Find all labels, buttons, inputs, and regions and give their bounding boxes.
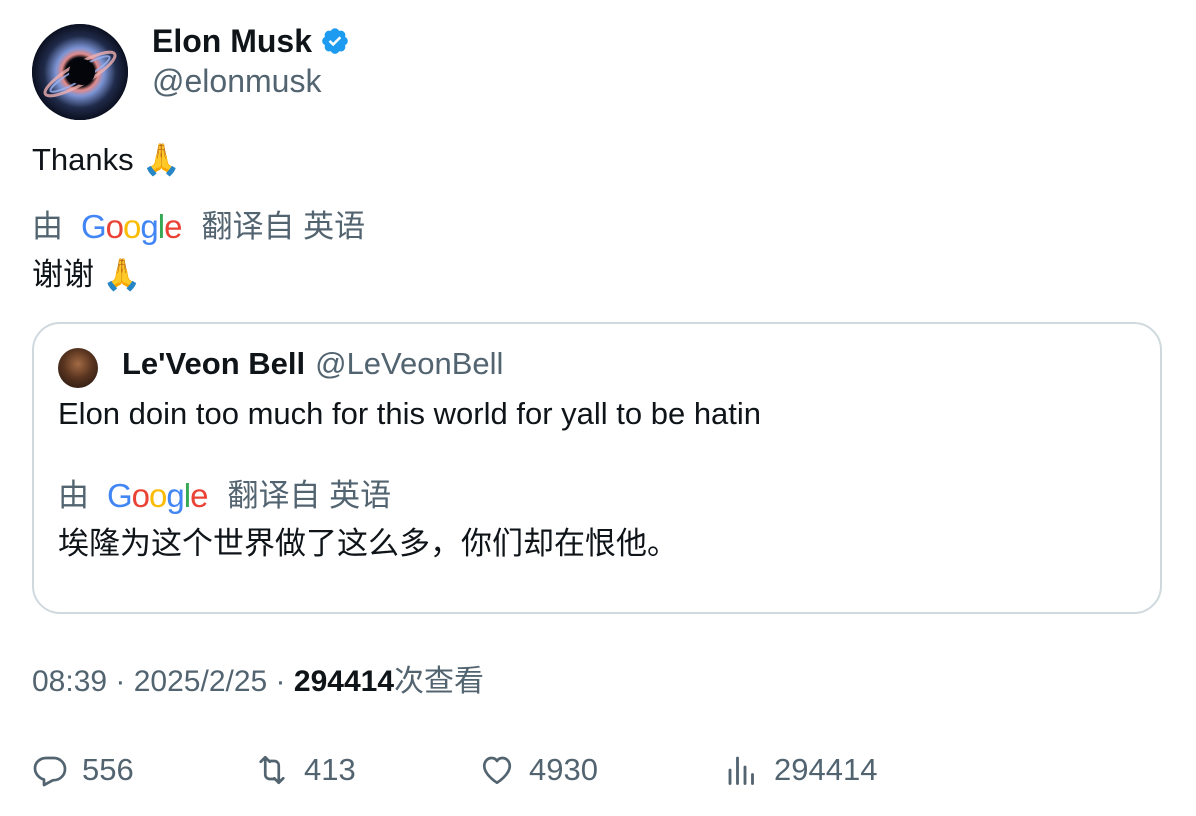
quoted-tweet[interactable]: Le'Veon Bell @LeVeonBell Elon doin too mu…: [32, 322, 1162, 614]
avatar-image: [32, 24, 128, 120]
folded-hands-emoji: 🙏: [142, 142, 181, 178]
translation-attribution[interactable]: 由 Google 翻译自 英语: [32, 207, 365, 247]
translated-tweet-text: 谢谢 🙏: [32, 255, 141, 295]
meta-separator: ·: [107, 665, 134, 698]
quoted-tweet-header: Le'Veon Bell @LeVeonBell: [122, 344, 503, 384]
repost-button[interactable]: 413: [254, 750, 356, 790]
quoted-author-name: Le'Veon Bell: [122, 346, 306, 381]
folded-hands-emoji: 🙏: [102, 257, 142, 293]
translated-text-content: 谢谢: [32, 257, 94, 292]
tweet-text-content: Thanks: [32, 142, 134, 177]
repost-count: 413: [304, 752, 356, 787]
quoted-translation-attribution[interactable]: 由 Google 翻译自 英语: [58, 476, 391, 516]
views-count: 294414: [293, 665, 394, 698]
tweet-text: Thanks 🙏: [32, 140, 181, 180]
verified-badge-icon: [322, 28, 348, 54]
tweet-meta: 08:39 · 2025/2/25 · 294414次查看: [32, 662, 484, 702]
translation-by-label: 由: [32, 209, 63, 244]
meta-separator: ·: [267, 665, 294, 698]
analytics-bar-icon: [728, 756, 754, 785]
reply-button[interactable]: 556: [32, 750, 134, 790]
tweet-date[interactable]: 2025/2/25: [134, 665, 267, 698]
translation-by-label: 由: [58, 478, 89, 513]
quoted-author-handle: @LeVeonBell: [315, 346, 504, 381]
translation-from-label: 翻译自 英语: [227, 478, 392, 513]
author-name-text: Elon Musk: [152, 23, 313, 59]
google-logo: Google: [107, 477, 208, 514]
quoted-translated-text: 埃隆为这个世界做了这么多，你们却在恨他。: [58, 526, 678, 561]
quoted-tweet-text: Elon doin too much for this world for ya…: [58, 396, 762, 431]
translation-from-label: 翻译自 英语: [201, 209, 366, 244]
views-button[interactable]: 294414: [724, 750, 877, 790]
heart-icon: [482, 756, 512, 785]
reply-count: 556: [82, 752, 134, 787]
like-count: 4930: [529, 752, 598, 787]
views-action-count: 294414: [774, 752, 878, 787]
author-name[interactable]: Elon Musk: [152, 22, 350, 60]
reply-icon: [33, 756, 67, 787]
tweet-actions: 556 413 4930 294414: [32, 750, 1132, 790]
author-avatar[interactable]: [32, 24, 128, 120]
like-button[interactable]: 4930: [479, 750, 598, 790]
google-logo: Google: [81, 208, 182, 245]
views-label: 次查看: [394, 665, 484, 698]
quoted-author-avatar[interactable]: [58, 348, 98, 388]
repost-icon: [259, 755, 285, 785]
author-handle[interactable]: @elonmusk: [152, 62, 321, 100]
tweet-time[interactable]: 08:39: [32, 665, 107, 698]
